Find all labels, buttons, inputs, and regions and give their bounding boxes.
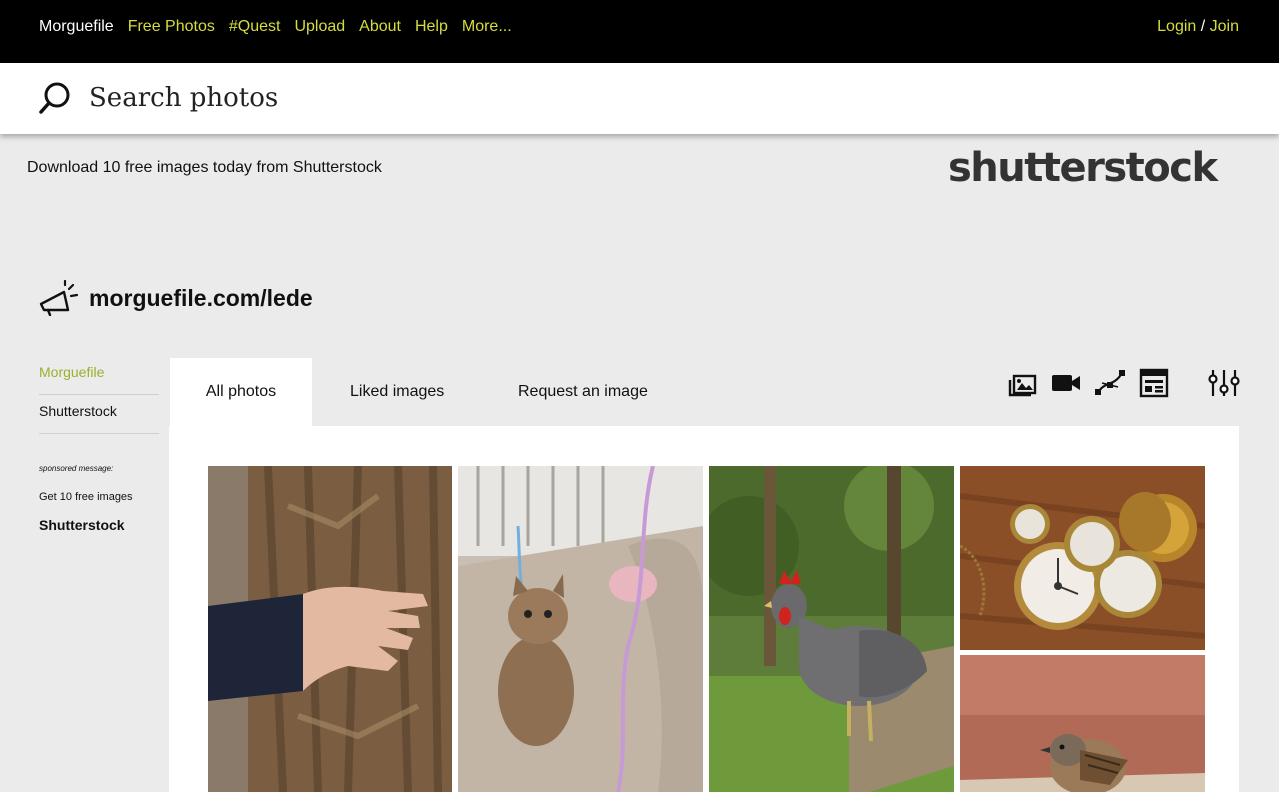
photos-icon[interactable] [1006,367,1038,399]
sponsor-get-images[interactable]: Get 10 free images [39,491,159,503]
layout-icon[interactable] [1138,367,1170,399]
search-bar [0,63,1279,134]
photo-tree-hand[interactable] [208,466,452,792]
auth-links: Login / Join [1157,18,1239,36]
tab-request-image[interactable]: Request an image [518,358,648,426]
video-icon[interactable] [1050,367,1082,399]
shutterstock-logo[interactable]: shutterstock [948,145,1218,191]
nav-help[interactable]: Help [415,18,448,36]
sidebar-item-morguefile[interactable]: Morguefile [39,356,159,395]
search-icon[interactable] [38,81,72,115]
sponsor-name[interactable]: Shutterstock [39,517,159,533]
tab-all-photos[interactable]: All photos [170,358,312,426]
nav-more[interactable]: More... [462,18,512,36]
nav-about[interactable]: About [359,18,401,36]
vector-icon[interactable] [1094,367,1126,399]
promo-text[interactable]: Download 10 free images today from Shutt… [27,159,382,177]
main-nav: Morguefile Free Photos #Quest Upload Abo… [39,18,512,36]
join-link[interactable]: Join [1210,18,1239,35]
lede-heading: morguefile.com/lede [38,280,313,316]
top-navbar: Morguefile Free Photos #Quest Upload Abo… [0,0,1279,63]
photo-pocket-watches[interactable] [960,466,1205,650]
megaphone-icon [39,280,79,316]
nav-brand-morguefile[interactable]: Morguefile [39,18,114,36]
sponsored-label: sponsored message: [39,464,114,473]
tab-liked-images[interactable]: Liked images [350,358,444,426]
photo-hen[interactable] [709,466,954,792]
search-input[interactable] [89,77,789,119]
nav-upload[interactable]: Upload [294,18,345,36]
login-link[interactable]: Login [1157,18,1196,35]
nav-free-photos[interactable]: Free Photos [128,18,215,36]
filters-icon[interactable] [1208,367,1240,399]
photo-bird[interactable] [960,655,1205,792]
lede-title[interactable]: morguefile.com/lede [89,285,313,312]
photo-cat[interactable] [458,466,703,792]
auth-separator: / [1196,18,1210,35]
sidebar-item-shutterstock[interactable]: Shutterstock [39,395,159,434]
sidebar: Morguefile Shutterstock sponsored messag… [39,356,159,533]
nav-quest[interactable]: #Quest [229,18,281,36]
